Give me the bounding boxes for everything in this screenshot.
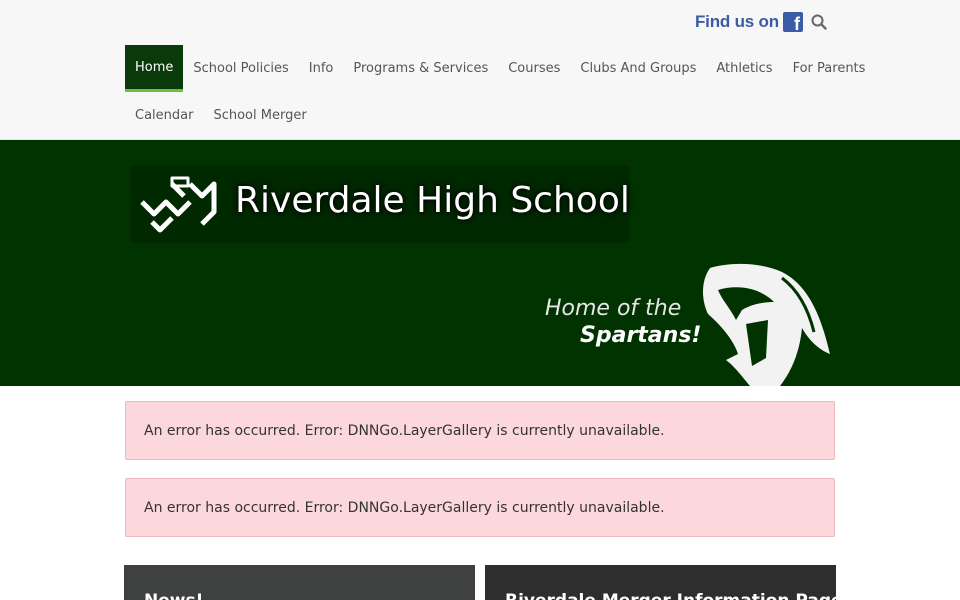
find-us-text: Find us on: [695, 12, 779, 31]
news-card[interactable]: News!: [124, 565, 475, 600]
nav-row-2: Calendar School Merger: [125, 92, 835, 139]
main-navigation: Home School Policies Info Programs & Ser…: [125, 45, 865, 139]
card-title: Riverdale Merger Information Page: [505, 591, 836, 600]
nav-item-athletics[interactable]: Athletics: [706, 45, 782, 92]
search-icon[interactable]: [810, 13, 828, 31]
nav-row-1: Home School Policies Info Programs & Ser…: [125, 45, 865, 92]
nav-item-for-parents[interactable]: For Parents: [783, 45, 876, 92]
merger-info-card[interactable]: Riverdale Merger Information Page: [485, 565, 836, 600]
tagline-line-1: Home of the: [545, 296, 682, 321]
nav-item-courses[interactable]: Courses: [498, 45, 570, 92]
nav-item-info[interactable]: Info: [299, 45, 344, 92]
spartan-helmet-icon: [703, 263, 830, 386]
school-logo-icon[interactable]: [132, 166, 224, 238]
nav-item-calendar[interactable]: Calendar: [125, 92, 203, 139]
school-name: Riverdale High School: [235, 180, 630, 221]
card-title: News!: [144, 591, 455, 600]
site-header: Find us on f Home School Policies Info P…: [0, 0, 960, 140]
nav-item-school-merger[interactable]: School Merger: [203, 92, 316, 139]
facebook-link[interactable]: Find us on f: [695, 10, 803, 34]
error-alert: An error has occurred. Error: DNNGo.Laye…: [125, 478, 835, 537]
nav-item-school-policies[interactable]: School Policies: [183, 45, 298, 92]
nav-item-home[interactable]: Home: [125, 45, 184, 92]
nav-item-programs-services[interactable]: Programs & Services: [343, 45, 498, 92]
nav-item-clubs-and-groups[interactable]: Clubs And Groups: [570, 45, 706, 92]
facebook-icon: f: [782, 12, 803, 34]
error-alert: An error has occurred. Error: DNNGo.Laye…: [125, 401, 835, 460]
tagline-line-2: Spartans!: [580, 323, 702, 348]
